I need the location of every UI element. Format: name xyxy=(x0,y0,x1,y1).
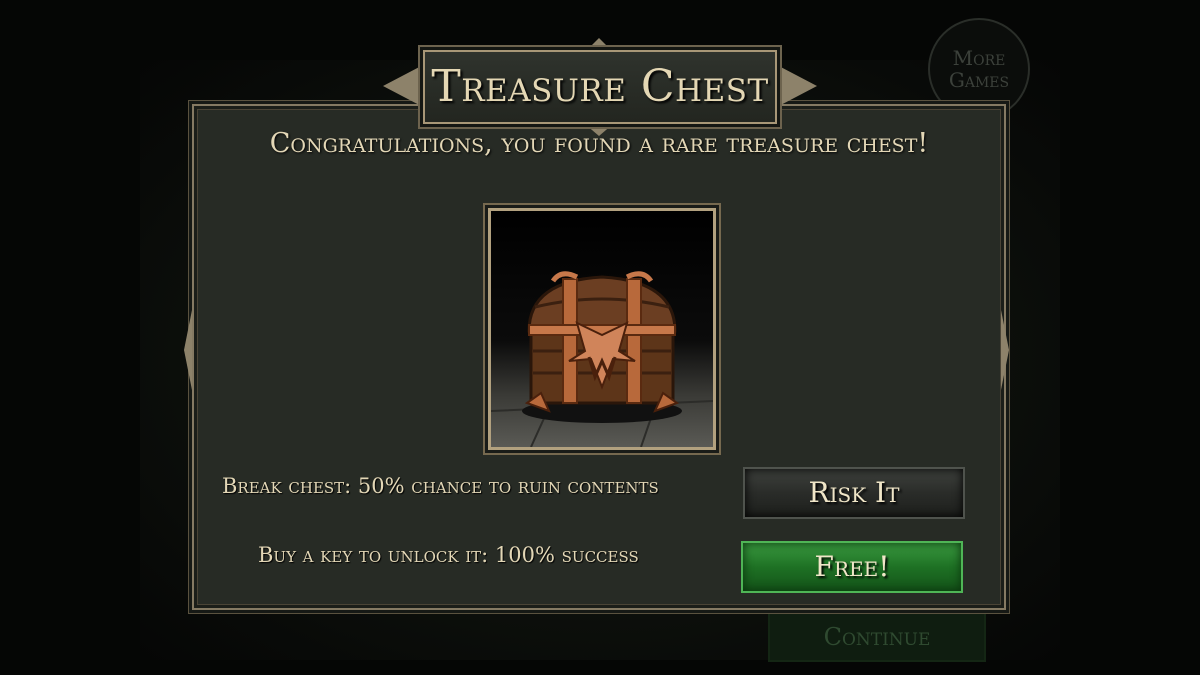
free-key-button[interactable]: Free! xyxy=(741,541,963,593)
title-right-ornament xyxy=(775,64,817,108)
break-chest-description: Break chest: 50% chance to ruin contents xyxy=(222,474,659,498)
more-games-label: More Games xyxy=(948,46,1010,92)
panel-right-ornament xyxy=(1001,310,1009,390)
dialog-title: Treasure Chest xyxy=(431,61,769,112)
panel-left-ornament xyxy=(184,310,192,390)
treasure-chest-icon xyxy=(491,271,713,447)
title-box: Treasure Chest xyxy=(423,50,777,124)
dialog-message: Congratulations, you found a rare treasu… xyxy=(269,128,929,159)
title-left-ornament xyxy=(383,64,425,108)
continue-label: Continue xyxy=(823,623,931,651)
chest-image-frame xyxy=(488,208,716,450)
risk-it-button[interactable]: Risk It xyxy=(743,467,965,519)
buy-key-description: Buy a key to unlock it: 100% success xyxy=(258,543,639,567)
continue-button[interactable]: Continue xyxy=(768,612,986,662)
dialog-title-banner: Treasure Chest xyxy=(383,38,817,136)
